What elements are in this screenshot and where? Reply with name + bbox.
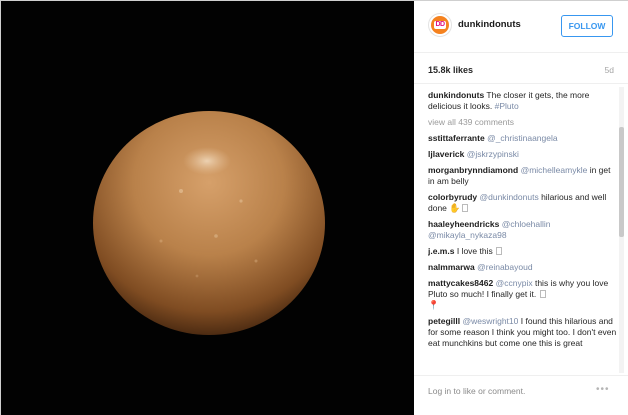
comment-item: morganbrynndiamond @michelleamykle in ge…: [428, 165, 618, 187]
post-age[interactable]: 5d: [605, 65, 614, 75]
missing-glyph-icon: [496, 247, 503, 255]
comments-list: dunkindonuts The closer it gets, the mor…: [428, 89, 618, 371]
divider: [414, 83, 628, 84]
comment-username[interactable]: j.e.m.s: [428, 246, 454, 256]
texture-speck: [239, 199, 243, 203]
texture-speck: [179, 189, 183, 193]
texture-speck: [159, 239, 163, 243]
comment-text: I love this: [456, 246, 493, 256]
comment-username[interactable]: petegilll: [428, 316, 460, 326]
scrollbar-thumb[interactable]: [619, 127, 624, 237]
comment-mention[interactable]: @reinabayoud: [477, 262, 532, 272]
texture-speck: [214, 234, 218, 238]
dunkin-logo-icon[interactable]: DD: [428, 13, 452, 37]
comment-item: sstittaferrante @_christinaangela: [428, 133, 618, 144]
comment-username[interactable]: nalmmarwa: [428, 262, 475, 272]
comment-mention[interactable]: @chloehallin: [502, 219, 551, 229]
comment-username[interactable]: haaleyheendricks: [428, 219, 499, 229]
likes-count[interactable]: 15.8k likes: [428, 65, 473, 75]
pin-emoji-icon: 📍: [428, 300, 440, 310]
comment-username[interactable]: mattycakes8462: [428, 278, 493, 288]
comment-username[interactable]: ljlaverick: [428, 149, 464, 159]
divider: [414, 375, 628, 376]
comment-item: ljlaverick @jskrzypinski: [428, 149, 618, 160]
comment-text[interactable]: @mikayla_nykaza98: [428, 230, 507, 240]
donut-hole-shape: [93, 111, 325, 335]
post-header: DD dunkindonuts FOLLOW: [414, 1, 628, 53]
comment-item: colorbyrudy @dunkindonuts hilarious and …: [428, 192, 618, 214]
comment-username[interactable]: morganbrynndiamond: [428, 165, 518, 175]
login-prompt-link[interactable]: Log in to like or comment.: [428, 386, 525, 396]
comment-mention[interactable]: @_christinaangela: [487, 133, 558, 143]
post-stats: 15.8k likes 5d: [428, 63, 614, 77]
comment-mention[interactable]: @ccnypix: [496, 278, 533, 288]
comment-item: nalmmarwa @reinabayoud: [428, 262, 618, 273]
comments-scrollbar[interactable]: [619, 87, 624, 373]
missing-glyph-icon: [539, 290, 546, 298]
comment-mention[interactable]: @michelleamykle: [521, 165, 588, 175]
view-all-comments-link[interactable]: view all 439 comments: [428, 117, 618, 128]
comment-item: j.e.m.s I love this: [428, 246, 618, 257]
comment-item: mattycakes8462 @ccnypix this is why you …: [428, 278, 618, 311]
glaze-highlight: [183, 147, 231, 175]
comment-username[interactable]: colorbyrudy: [428, 192, 477, 202]
more-options-icon[interactable]: •••: [596, 384, 610, 395]
comment-username[interactable]: sstittaferrante: [428, 133, 485, 143]
texture-speck: [254, 259, 258, 263]
post-caption: dunkindonuts The closer it gets, the mor…: [428, 90, 618, 112]
post-side-panel: DD dunkindonuts FOLLOW 15.8k likes 5d du…: [414, 1, 628, 415]
instagram-embed: DD dunkindonuts FOLLOW 15.8k likes 5d du…: [0, 0, 628, 415]
caption-username[interactable]: dunkindonuts: [428, 90, 484, 100]
missing-glyph-icon: [461, 204, 468, 212]
comment-mention[interactable]: @jskrzypinski: [467, 149, 519, 159]
munchkin-image: [93, 111, 325, 335]
comment-mention[interactable]: @weswright10: [463, 316, 519, 326]
post-photo[interactable]: [1, 1, 414, 415]
account-username[interactable]: dunkindonuts: [458, 19, 521, 30]
clapping-emoji-icon: ✋: [449, 203, 461, 213]
comment-item: haaleyheendricks @chloehallin @mikayla_n…: [428, 219, 618, 241]
comment-mention[interactable]: @dunkindonuts: [480, 192, 539, 202]
caption-hashtag[interactable]: #Pluto: [495, 101, 519, 111]
comment-item: petegilll @weswright10 I found this hila…: [428, 316, 618, 349]
follow-button[interactable]: FOLLOW: [561, 15, 613, 37]
texture-speck: [195, 274, 199, 278]
